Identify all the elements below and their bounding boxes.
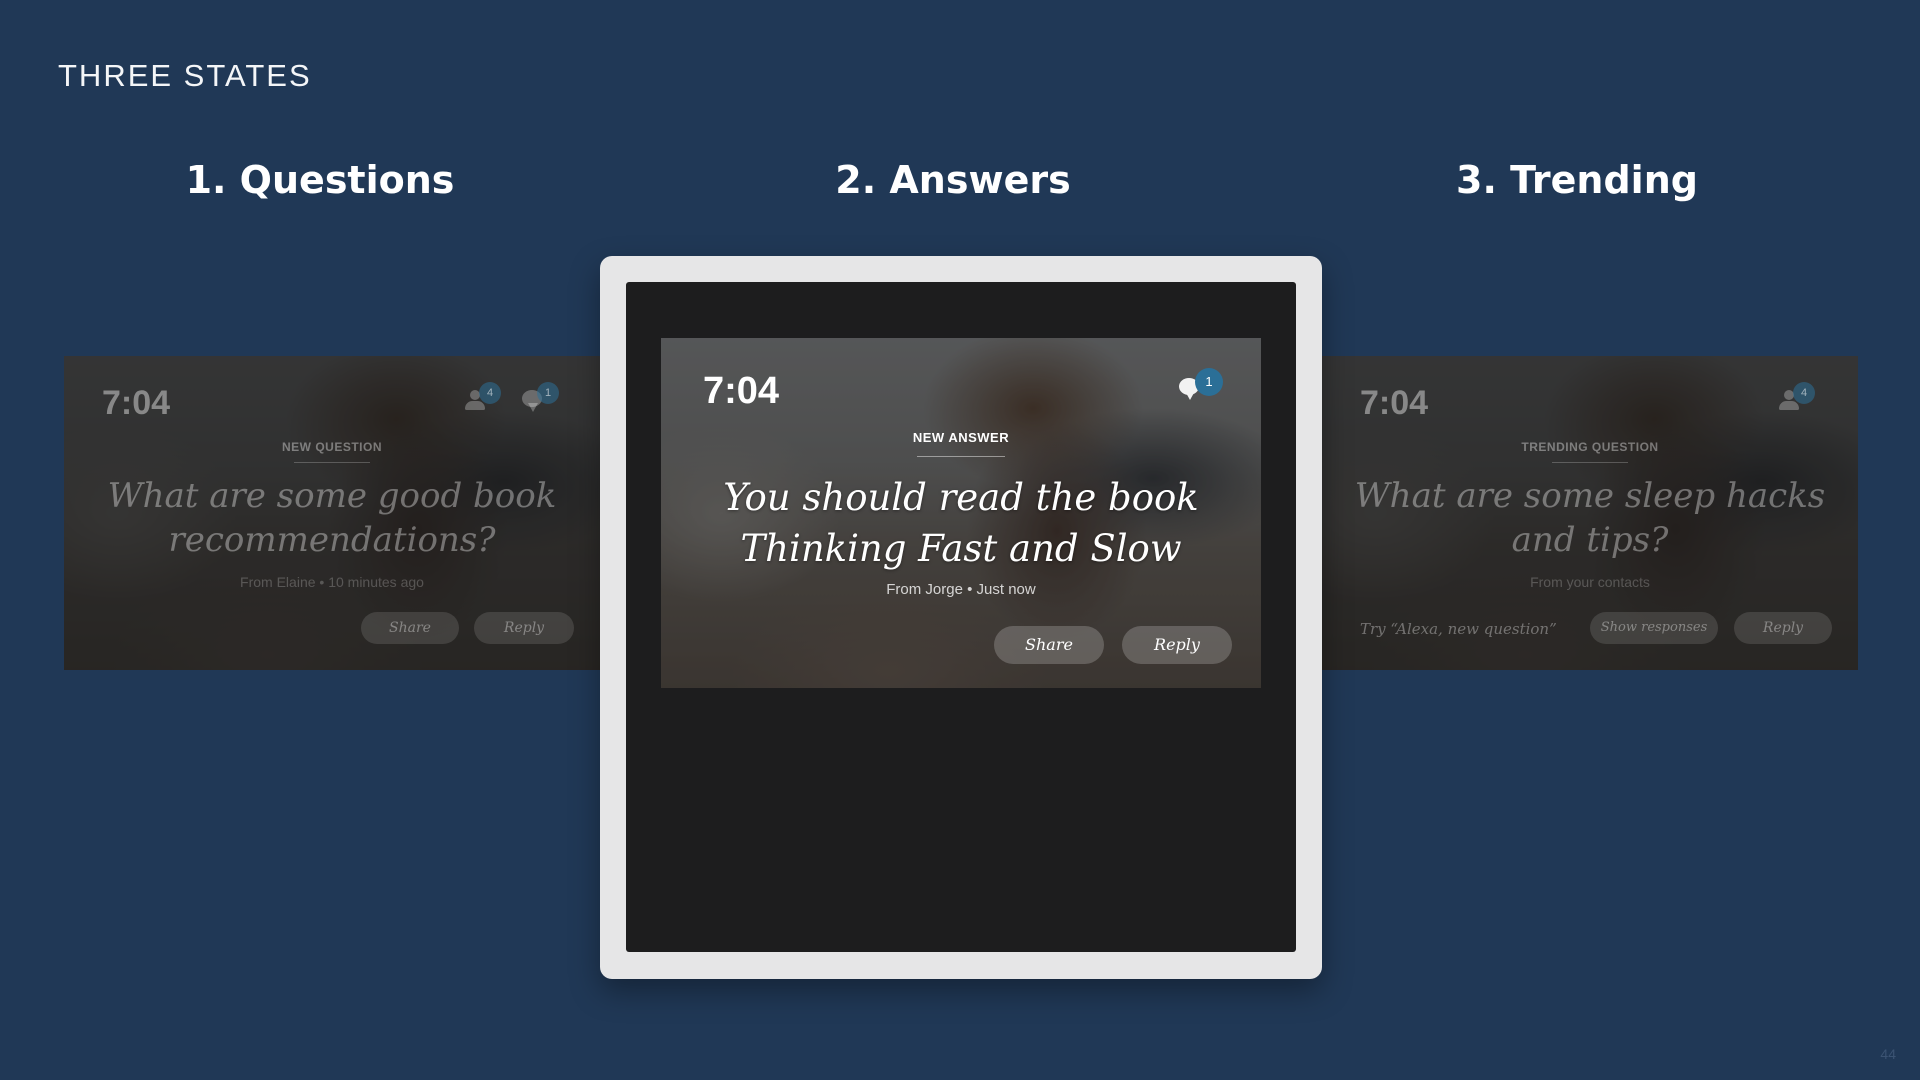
speech-bubble-icon-tail — [528, 403, 538, 412]
heading-trending: 3. Trending — [1456, 158, 1698, 202]
questions-screen: 7:04 4 1 NEW QUESTION What are some good… — [64, 356, 600, 670]
messages-badge: 1 — [1195, 368, 1223, 396]
question-meta: From your contacts — [1530, 574, 1650, 590]
device-screen: 7:04 1 NEW ANSWER You should read the bo… — [626, 282, 1296, 952]
voice-hint: Try “Alexa, new question” — [1360, 620, 1557, 638]
share-button[interactable]: Share — [361, 612, 459, 644]
clock: 7:04 — [703, 370, 780, 412]
contacts-badge: 4 — [1793, 382, 1815, 404]
card-kicker: NEW QUESTION — [281, 440, 382, 454]
page-number: 44 — [1880, 1046, 1896, 1062]
divider — [294, 462, 370, 463]
contacts-button[interactable]: 4 — [1776, 382, 1815, 416]
echo-show-device: 7:04 1 NEW ANSWER You should read the bo… — [600, 256, 1322, 979]
question-text: What are some good book recommendations? — [107, 476, 557, 560]
answer-text: You should read the book Thinking Fast a… — [723, 476, 1199, 570]
clock: 7:04 — [102, 384, 171, 422]
contacts-badge: 4 — [479, 382, 501, 404]
divider — [1552, 462, 1628, 463]
clock: 7:04 — [1360, 384, 1429, 422]
slide-title: THREE STATES — [58, 58, 312, 93]
divider — [917, 456, 1005, 457]
card-kicker: NEW ANSWER — [912, 430, 1010, 445]
heading-answers: 2. Answers — [835, 158, 1071, 202]
heading-questions: 1. Questions — [185, 158, 455, 202]
contacts-button[interactable]: 4 — [462, 382, 501, 416]
messages-button[interactable]: 1 — [1177, 368, 1223, 404]
speech-bubble-icon-tail — [1185, 391, 1195, 400]
reply-button[interactable]: Reply — [1122, 626, 1232, 664]
messages-button[interactable]: 1 — [520, 382, 559, 416]
answer-meta: From Jorge • Just now — [886, 581, 1036, 598]
card-kicker: TRENDING QUESTION — [1521, 440, 1659, 454]
reply-button[interactable]: Reply — [1734, 612, 1832, 644]
trending-screen: 7:04 4 TRENDING QUESTION What are some s… — [1322, 356, 1858, 670]
question-text: What are some sleep hacks and tips? — [1354, 476, 1826, 560]
question-meta: From Elaine • 10 minutes ago — [240, 574, 424, 590]
answer-card: 7:04 1 NEW ANSWER You should read the bo… — [661, 338, 1261, 688]
show-responses-button[interactable]: Show responses — [1590, 612, 1718, 644]
person-icon-body — [465, 401, 485, 410]
messages-badge: 1 — [537, 382, 559, 404]
person-icon-body — [1779, 401, 1799, 410]
reply-button[interactable]: Reply — [474, 612, 574, 644]
share-button[interactable]: Share — [994, 626, 1104, 664]
